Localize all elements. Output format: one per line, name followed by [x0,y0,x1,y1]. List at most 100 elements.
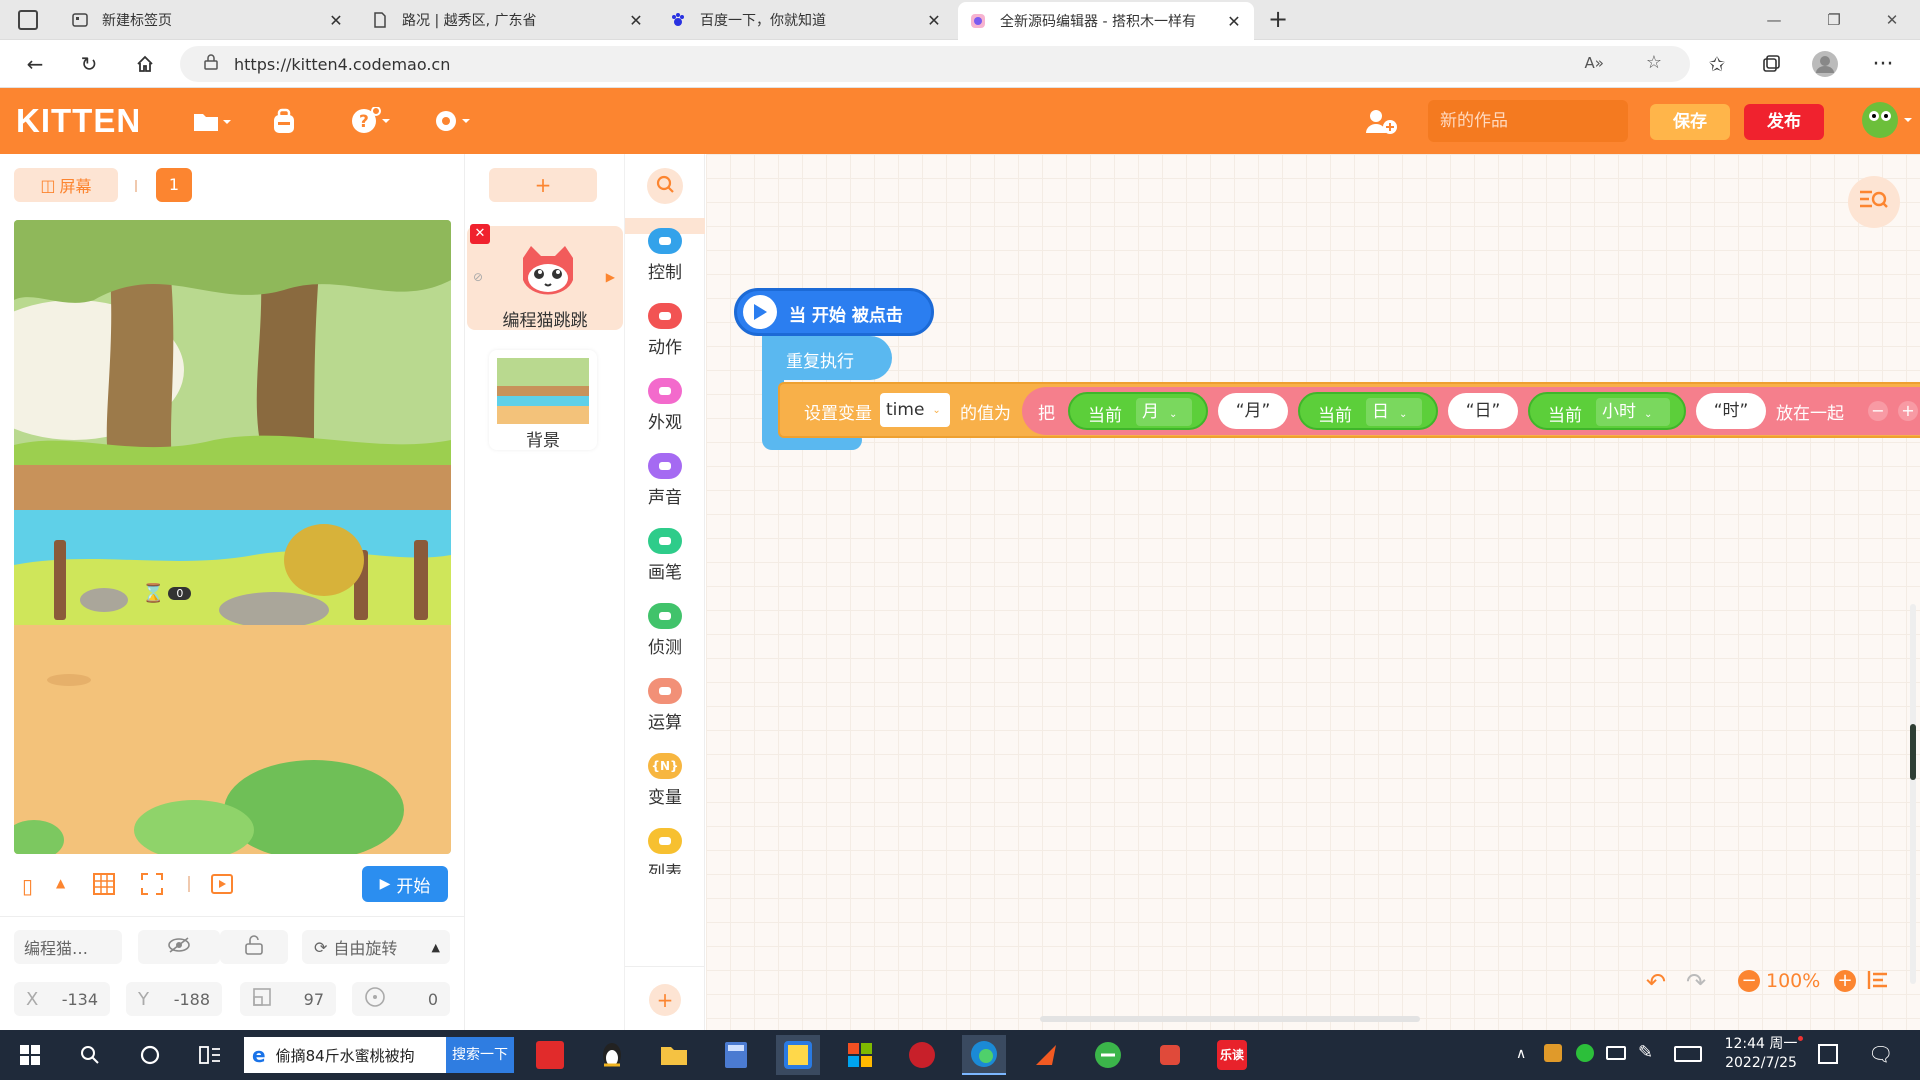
repeat-forever-block[interactable]: 重复执行 [762,336,892,380]
lock-toggle[interactable] [220,930,288,964]
microsoft-store-icon[interactable] [838,1035,882,1075]
file-menu-icon[interactable] [192,104,232,138]
hour-string-input[interactable]: “时” [1696,393,1766,429]
visibility-toggle[interactable] [138,930,220,964]
work-title-input[interactable]: 新的作品 [1428,100,1628,142]
save-button[interactable]: 保存 [1650,104,1730,140]
zoom-out-button[interactable]: − [1738,970,1760,992]
windows-start-icon[interactable] [8,1035,52,1075]
app-red-icon[interactable] [528,1035,572,1075]
grid-icon[interactable] [92,872,116,900]
kitten-logo[interactable]: KITTEN [16,102,141,140]
category-pen[interactable]: 画笔 [625,520,705,590]
close-window-button[interactable]: ✕ [1864,0,1920,40]
leread-app-icon[interactable]: 乐读 [1210,1035,1254,1075]
month-dropdown[interactable]: 月 ⌄ [1136,398,1192,426]
vertical-scrollbar[interactable] [1910,604,1916,984]
category-list[interactable]: 列表 [625,820,705,874]
stage-size-icon[interactable]: ▯ [22,874,33,898]
app-orange-icon[interactable] [1024,1035,1068,1075]
read-aloud-icon[interactable]: A» [1585,54,1604,72]
join-block[interactable]: 把 当前 月 ⌄ “月” 当前 日 ⌄ “日” 当前 小时 ⌄ “时” 放在一起 − … [1022,387,1920,435]
current-hour-block[interactable]: 当前 小时 ⌄ [1528,392,1686,430]
tab-traffic[interactable]: 路况 | 越秀区, 广东省 ✕ [360,0,656,40]
tab-new-tab[interactable]: 新建标签页 ✕ [60,0,356,40]
tab-actions-icon[interactable] [18,10,38,30]
add-sprite-button[interactable]: + [489,168,597,202]
delete-sprite-icon[interactable]: ✕ [470,224,490,244]
undo-icon[interactable]: ↶ [1646,968,1666,996]
tab-close-icon[interactable]: ✕ [328,11,344,30]
current-month-block[interactable]: 当前 月 ⌄ [1068,392,1208,430]
search-blocks-button[interactable] [647,168,683,204]
category-motion[interactable]: 动作 [625,295,705,365]
tray-app-icon[interactable] [1544,1044,1562,1062]
minimize-button[interactable]: — [1746,0,1802,40]
task-view-icon[interactable] [188,1035,232,1075]
add-extension-button[interactable]: + [649,984,681,1016]
new-tab-button[interactable]: + [1264,6,1292,34]
keyboard-icon[interactable] [1674,1046,1702,1062]
url-field[interactable]: https://kitten4.codemao.cn A» ☆ [180,46,1690,82]
back-button[interactable]: ← [18,48,52,80]
category-sensing[interactable]: 侦测 [625,595,705,665]
more-menu-icon[interactable]: ··· [1866,48,1900,80]
tab-baidu[interactable]: 百度一下，你就知道 ✕ [658,0,954,40]
app-blue-yellow-icon[interactable] [776,1035,820,1075]
current-day-block[interactable]: 当前 日 ⌄ [1298,392,1438,430]
tab-codemao[interactable]: 全新源码编辑器 - 搭积木一样有 ✕ [958,2,1254,40]
fullscreen-icon[interactable] [140,872,164,900]
add-input-button[interactable]: + [1898,401,1918,421]
favorites-icon[interactable]: ✩ [1700,48,1734,80]
redo-icon[interactable]: ↷ [1686,968,1706,996]
search-icon[interactable] [68,1035,112,1075]
day-dropdown[interactable]: 日 ⌄ [1366,398,1422,426]
tray-green-icon[interactable] [1576,1044,1594,1062]
app-red-hand-icon[interactable] [1148,1035,1192,1075]
sprite-item-cat[interactable]: ✕ ⊘ ▶ 编程猫跳跳 [467,224,623,331]
search-go-button[interactable]: 搜索一下 [446,1037,514,1073]
sprite-name-field[interactable]: 编程猫… [14,930,122,964]
tab-close-icon[interactable]: ✕ [628,11,644,30]
collections-icon[interactable] [1754,48,1788,80]
month-string-input[interactable]: “月” [1218,393,1288,429]
tray-chevron-icon[interactable]: ∧ [1516,1046,1526,1062]
category-operator[interactable]: 运算 [625,670,705,740]
screen-count-badge[interactable]: 1 [156,168,192,202]
app-green-icon[interactable] [1086,1035,1130,1075]
block-search-button[interactable] [1848,176,1900,228]
home-button[interactable] [128,48,162,80]
zoom-in-button[interactable]: + [1834,970,1856,992]
start-button[interactable]: ▶ 开始 [362,866,448,902]
expand-arrow-icon[interactable]: ▶ [606,270,615,284]
qq-penguin-icon[interactable] [590,1035,634,1075]
category-control[interactable]: 控制 [625,224,705,290]
publish-button[interactable]: 发布 [1744,104,1824,140]
vertical-scroll-thumb[interactable] [1910,724,1916,780]
help-menu-icon[interactable]: ? [350,104,392,138]
tab-close-icon[interactable]: ✕ [1226,12,1242,31]
refresh-button[interactable]: ↻ [72,48,106,80]
settings-menu-icon[interactable] [432,104,472,138]
stage-canvas[interactable]: ⌛ 0 [14,220,451,854]
rotation-mode-select[interactable]: ⟳ 自由旋转 ▲ [302,930,450,964]
variable-dropdown[interactable]: time ⌄ [880,393,950,427]
backpack-icon[interactable] [270,104,298,138]
code-workspace[interactable]: 当 开始 被点击 重复执行 设置变量 time ⌄ 的值为 把 当前 月 ⌄ “月… [706,154,1920,1030]
category-variable[interactable]: {N} 变量 [625,745,705,815]
add-collaborator-icon[interactable] [1364,104,1398,138]
app-red-circle-icon[interactable] [900,1035,944,1075]
align-blocks-icon[interactable] [1866,968,1890,996]
category-sound[interactable]: 声音 [625,445,705,515]
edge-browser-icon[interactable] [962,1035,1006,1075]
screen-tab[interactable]: ◫ 屏幕 [14,168,118,202]
remove-input-button[interactable]: − [1868,401,1888,421]
profile-avatar-icon[interactable] [1808,48,1842,80]
calculator-icon[interactable] [714,1035,758,1075]
restore-button[interactable]: ❐ [1806,0,1862,40]
horizontal-scrollbar[interactable] [1040,1016,1420,1022]
caret-up-icon[interactable]: ▲ [56,876,65,890]
hidden-eye-icon[interactable]: ⊘ [473,270,483,284]
clock[interactable]: 12:44 周一 2022/7/25 [1716,1035,1806,1073]
x-position-field[interactable]: X -134 [14,982,110,1016]
